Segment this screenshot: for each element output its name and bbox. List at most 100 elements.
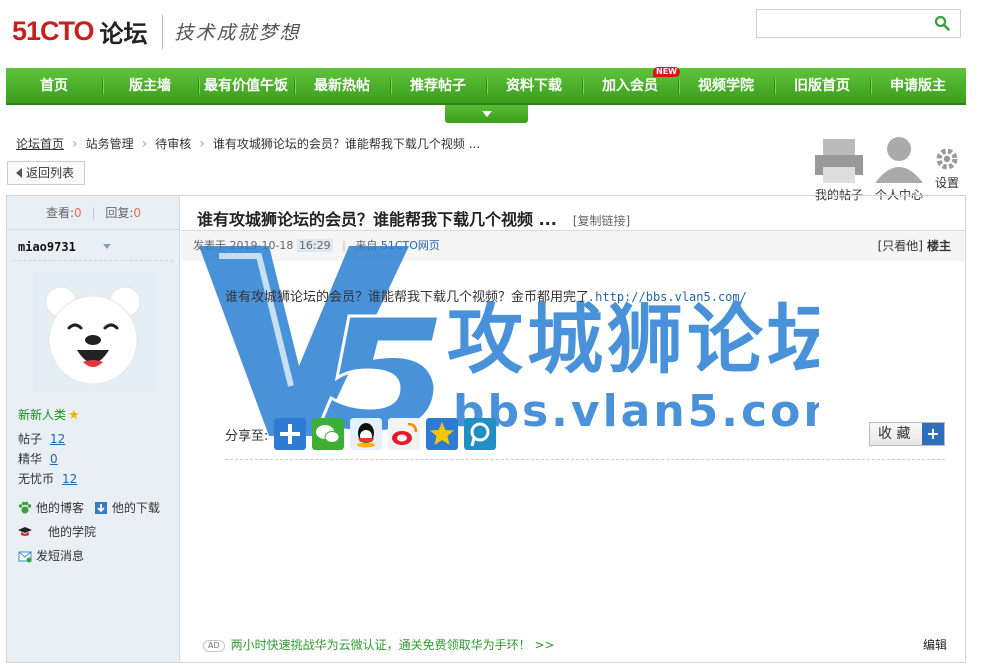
author-name[interactable]: miao9731: [18, 240, 76, 254]
watermark-logo: 攻城狮论坛 bbs.vlan5.com: [199, 246, 819, 436]
author-rank: 新新人类 ★: [18, 406, 80, 423]
nav-label: 推荐帖子: [410, 78, 466, 94]
tencent-weibo-icon[interactable]: [464, 418, 497, 450]
settings-link[interactable]: 设置: [935, 147, 959, 191]
from-source-link[interactable]: 51CTO网页: [381, 239, 440, 252]
search-box: [756, 9, 961, 38]
nav-item-old-home[interactable]: 旧版首页: [774, 68, 870, 103]
nav-label: 资料下载: [506, 78, 562, 94]
blog-label: 他的博客: [36, 501, 85, 515]
only-author-link[interactable]: [只看他]: [878, 239, 923, 253]
stat-value[interactable]: 0: [50, 452, 58, 466]
author-links: 他的博客 他的下载 他的学院 发短消息: [18, 496, 160, 568]
settings-label: 设置: [934, 176, 959, 191]
ad-tag: AD: [203, 640, 225, 652]
replies-count: 0: [133, 206, 142, 220]
nav-label: 申请版主: [890, 78, 946, 94]
copy-link-button[interactable]: [复制链接]: [573, 214, 630, 228]
search-input[interactable]: [757, 10, 927, 37]
posted-time: 16:29: [296, 239, 333, 252]
stat-value[interactable]: 12: [50, 432, 65, 446]
nav-label: 旧版首页: [794, 78, 850, 94]
star-icon: ★: [68, 408, 80, 423]
logo-brand: 51CTO: [12, 16, 95, 46]
breadcrumb-separator: ›: [72, 135, 78, 152]
academy-label: 他的学院: [48, 525, 97, 539]
stat-coins: 无忧币 12: [18, 469, 77, 489]
profile-link[interactable]: 个人中心: [874, 135, 923, 203]
stat-value[interactable]: 12: [62, 472, 77, 486]
main-nav: 首页 版主墙 最有价值午饭 最新热帖 推荐帖子 资料下载 加入会员 NEW 视频学…: [6, 67, 966, 105]
views-count: 0: [74, 206, 82, 220]
nav-item-hot-posts[interactable]: 最新热帖: [294, 68, 390, 103]
nav-expand-toggle[interactable]: [445, 105, 528, 123]
weibo-icon[interactable]: [388, 418, 421, 450]
site-logo[interactable]: 51CTO 论坛 技术成就梦想: [12, 14, 301, 49]
breadcrumb-pending-review[interactable]: 待审核: [155, 135, 191, 152]
logo-divider: [161, 14, 163, 49]
author-stats: 帖子 12 精华 0 无忧币 12: [18, 429, 77, 489]
graduation-cap-icon: [18, 527, 32, 536]
wechat-icon[interactable]: [312, 418, 345, 450]
nav-label: 首页: [40, 78, 68, 94]
author-message-link[interactable]: 发短消息: [18, 549, 84, 563]
my-posts-link[interactable]: 我的帖子: [814, 135, 863, 203]
nav-item-join-member[interactable]: 加入会员 NEW: [582, 67, 680, 103]
meta-actions: [只看他] 楼主: [878, 231, 951, 261]
content-divider: [225, 459, 945, 460]
share-more-icon[interactable]: [274, 418, 307, 450]
thread-title: 谁有攻城狮论坛的会员？谁能帮我下载几个视频 ... [复制链接]: [197, 206, 630, 230]
author-academy-link[interactable]: 他的学院: [18, 525, 96, 539]
nav-item-downloads[interactable]: 资料下载: [486, 68, 582, 103]
views-label: 查看:: [45, 206, 74, 220]
nav-item-recommended[interactable]: 推荐帖子: [390, 68, 486, 103]
post-text: 谁有攻城狮论坛的会员？谁能帮我下载几个视频？金币都用完了.: [225, 290, 594, 305]
avatar[interactable]: [33, 272, 153, 392]
breadcrumb-current-thread[interactable]: 谁有攻城狮论坛的会员？谁能帮我下载几个视频 ...: [213, 135, 480, 152]
ad-banner[interactable]: AD 两小时快速挑战华为云微认证，通关免费领取华为手环！ >>: [203, 636, 555, 653]
back-to-list-button[interactable]: 返回列表: [7, 161, 85, 185]
breadcrumb-forum-home[interactable]: 论坛首页: [16, 135, 64, 152]
posted-prefix: 发表于: [193, 239, 226, 252]
breadcrumb-site-admin[interactable]: 站务管理: [86, 135, 134, 152]
ad-text: 两小时快速挑战华为云微认证，通关免费领取华为手环！ >>: [230, 638, 555, 652]
qzone-icon[interactable]: [426, 418, 459, 450]
download-icon: [94, 502, 107, 514]
post-url-link[interactable]: http://bbs.vlan5.com/: [595, 290, 747, 304]
message-label: 发短消息: [36, 549, 85, 563]
stat-posts: 帖子 12: [18, 429, 77, 449]
nav-item-moderator-wall[interactable]: 版主墙: [102, 68, 198, 103]
from-label: 来自: [355, 239, 378, 252]
nav-item-valuable-lunch[interactable]: 最有价值午饭: [198, 68, 294, 103]
stat-label: 无忧币: [18, 472, 55, 486]
watermark-brand-text: 攻城狮论坛: [447, 295, 819, 384]
share-bar: 分享至:: [225, 418, 497, 450]
qq-icon[interactable]: [350, 418, 383, 450]
printer-icon: [814, 139, 863, 184]
nav-item-apply-moderator[interactable]: 申请版主: [870, 68, 966, 103]
plus-icon: +: [922, 423, 944, 445]
favorite-button[interactable]: 收 藏 +: [869, 422, 945, 446]
replies-label: 回复:: [105, 206, 134, 220]
new-badge: NEW: [653, 67, 680, 77]
search-icon[interactable]: [934, 15, 950, 31]
mail-icon: [18, 551, 32, 563]
posted-date: 2019-10-18: [229, 239, 294, 252]
rank-label: 新新人类: [18, 408, 67, 422]
favorite-label: 收 藏: [878, 426, 911, 442]
stat-label: 帖子: [18, 432, 43, 446]
thread-stats: 查看:0 | 回复:0: [7, 196, 180, 230]
author-downloads-link[interactable]: 他的下载: [94, 501, 160, 515]
user-links: 我的帖子 个人中心 设置: [814, 135, 959, 203]
chevron-down-icon[interactable]: [103, 244, 111, 249]
gear-icon: [936, 148, 958, 170]
nav-label: 加入会员: [602, 78, 658, 94]
post-body: 谁有攻城狮论坛的会员？谁能帮我下载几个视频 ... [复制链接] 发表于 2019…: [181, 196, 965, 662]
author-sidebar: 查看:0 | 回复:0 miao9731 新新人类 ★ 帖子 12 精华 0 无忧币 1…: [7, 196, 180, 662]
author-blog-link[interactable]: 他的博客: [18, 501, 84, 515]
edit-button[interactable]: 编辑: [923, 636, 947, 653]
nav-item-home[interactable]: 首页: [6, 68, 102, 103]
stat-featured: 精华 0: [18, 449, 77, 469]
post-meta: 发表于 2019-10-18 16:29 | 来自 51CTO网页 [只看他] 楼…: [181, 231, 965, 261]
nav-item-video-academy[interactable]: 视频学院: [678, 68, 774, 103]
